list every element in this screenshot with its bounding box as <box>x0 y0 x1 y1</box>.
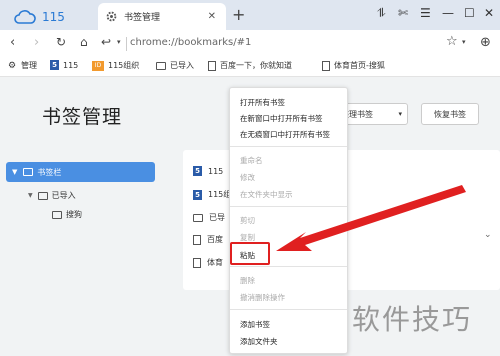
watermark: 软件技巧 <box>352 303 473 336</box>
